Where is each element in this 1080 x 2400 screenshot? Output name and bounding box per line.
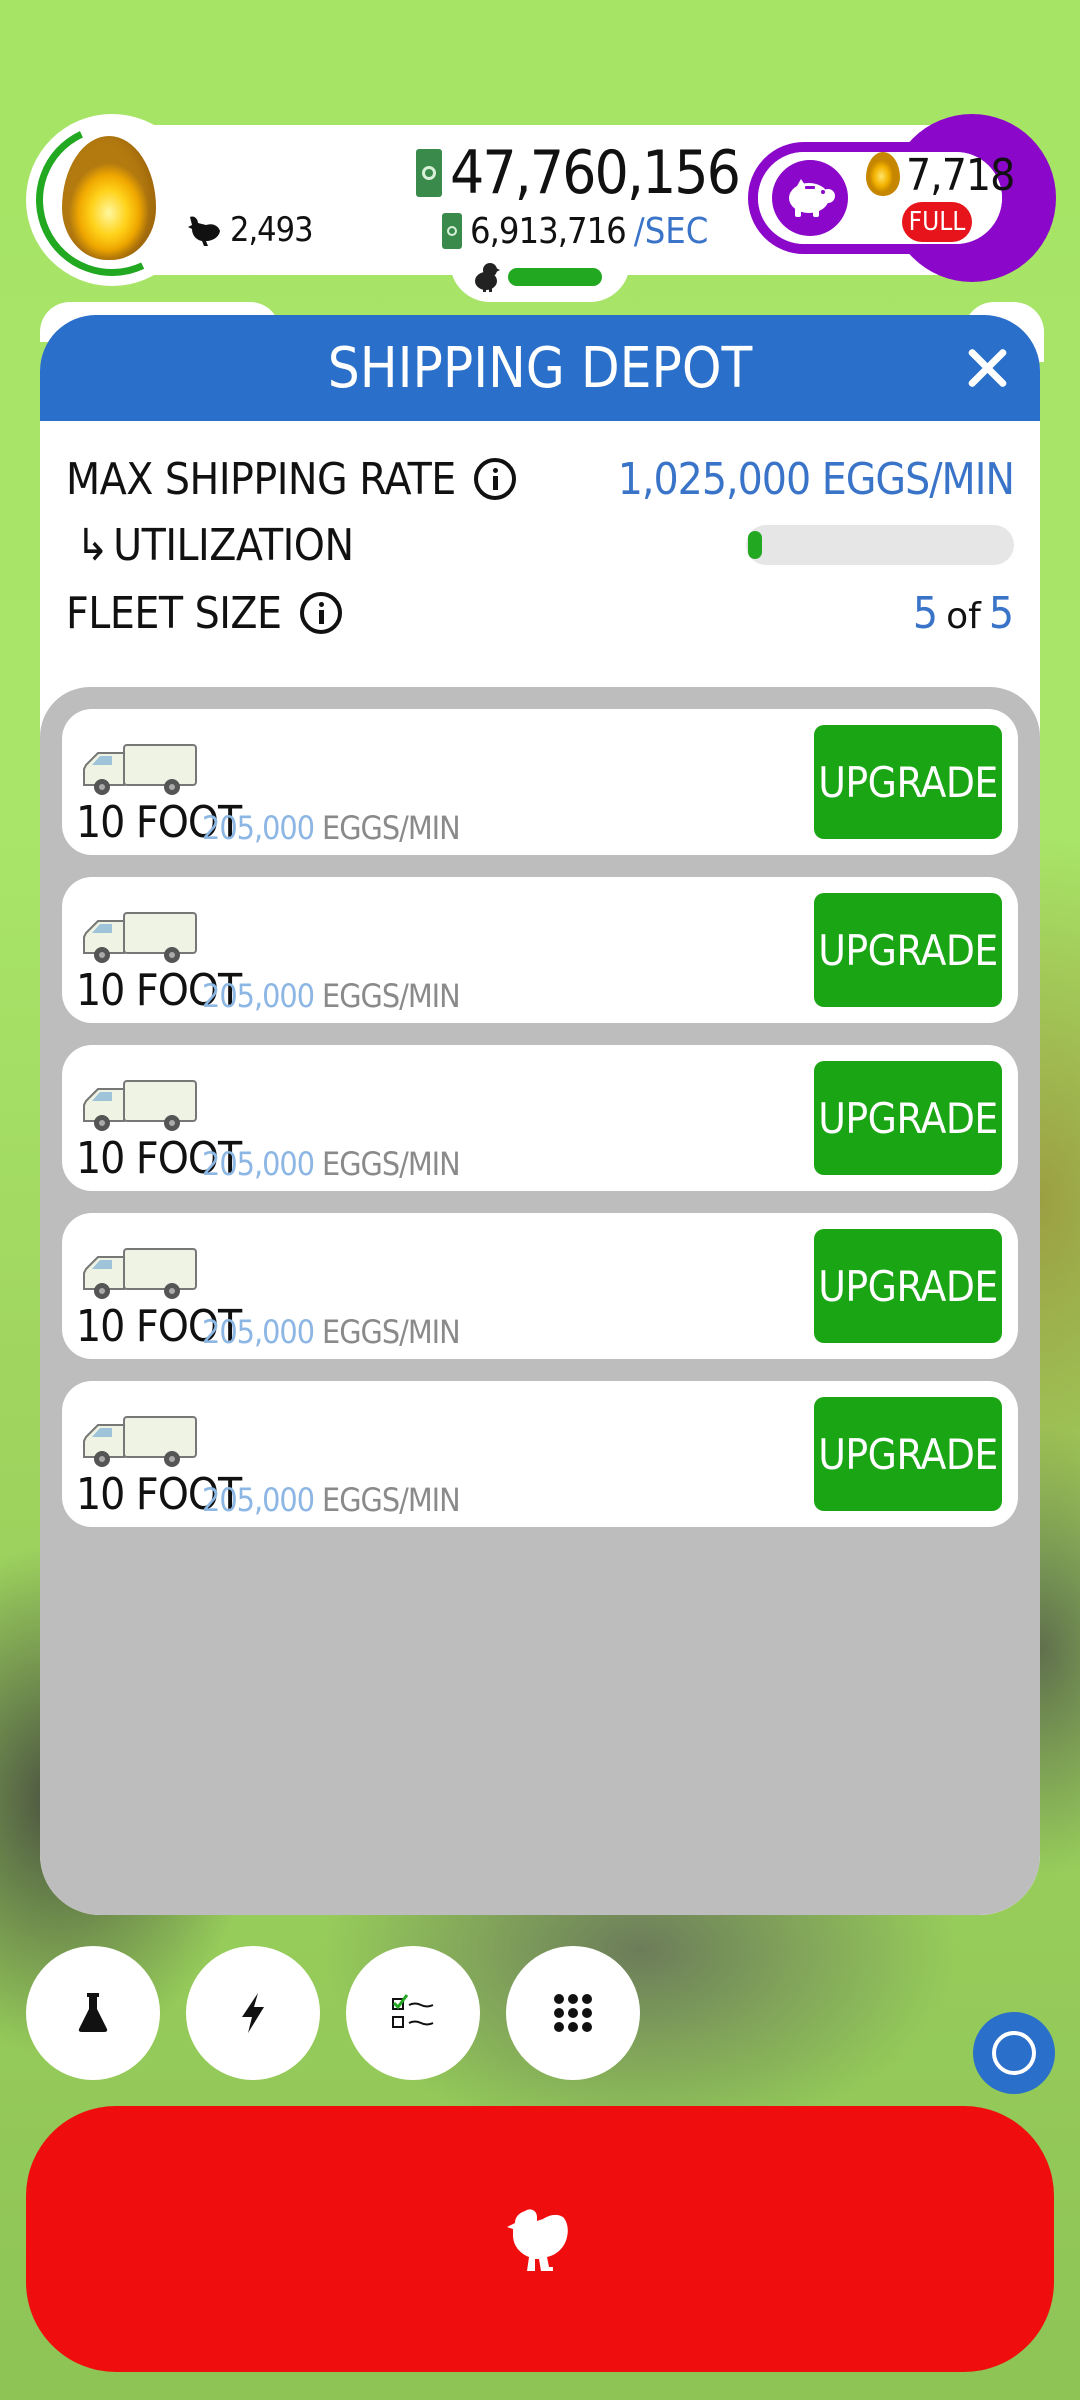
golden-egg-badge[interactable] bbox=[14, 102, 210, 298]
truck-icon bbox=[83, 912, 197, 963]
boost-lightning-icon bbox=[242, 1993, 264, 2033]
truck-rate: 205,000 EGGS/MIN bbox=[202, 809, 461, 847]
research-button[interactable] bbox=[26, 1946, 160, 2080]
chicken-icon bbox=[507, 2209, 568, 2271]
fleet-size-label: FLEET SIZE bbox=[66, 587, 282, 639]
camera-toggle-button[interactable] bbox=[973, 2012, 1055, 2094]
truck-list: 10 FOOT 205,000 EGGS/MIN UPGRADE 10 FOOT … bbox=[40, 687, 1040, 1915]
upgrade-button[interactable]: UPGRADE bbox=[814, 1229, 1002, 1343]
boost-button[interactable] bbox=[186, 1946, 320, 2080]
fleet-max: 5 bbox=[988, 587, 1014, 639]
fleet-size-value: 5 of 5 bbox=[913, 588, 1014, 639]
truck-rate-value: 205,000 bbox=[202, 809, 315, 847]
info-icon[interactable] bbox=[299, 592, 342, 634]
truck-rate: 205,000 EGGS/MIN bbox=[202, 1481, 461, 1519]
upgrade-button[interactable]: UPGRADE bbox=[814, 725, 1002, 839]
truck-card: 10 FOOT 205,000 EGGS/MIN UPGRADE bbox=[62, 1045, 1018, 1191]
missions-checklist-icon bbox=[392, 1994, 434, 2028]
truck-rate-value: 205,000 bbox=[202, 1481, 315, 1519]
hatchery-capacity-bar bbox=[508, 268, 602, 286]
utilization-bar bbox=[746, 525, 1014, 565]
golden-egg-count: 7,718 bbox=[906, 150, 1015, 201]
fleet-of: of bbox=[946, 595, 981, 637]
truck-rate-unit: EGGS/MIN bbox=[322, 809, 461, 847]
panel-header: SHIPPING DEPOT bbox=[40, 315, 1040, 421]
truck-icon bbox=[83, 1248, 197, 1299]
menu-button[interactable] bbox=[506, 1946, 640, 2080]
truck-rate-unit: EGGS/MIN bbox=[322, 1481, 461, 1519]
truck-rate: 205,000 EGGS/MIN bbox=[202, 977, 461, 1015]
chicken-icon bbox=[188, 216, 220, 246]
circle-icon bbox=[992, 2031, 1036, 2075]
max-shipping-rate-value: 1,025,000 EGGS/MIN bbox=[617, 453, 1015, 505]
truck-card: 10 FOOT 205,000 EGGS/MIN UPGRADE bbox=[62, 1381, 1018, 1527]
upgrade-button[interactable]: UPGRADE bbox=[814, 1061, 1002, 1175]
utilization-bar-fill bbox=[748, 531, 762, 559]
truck-rate-unit: EGGS/MIN bbox=[322, 1313, 461, 1351]
upgrade-button[interactable]: UPGRADE bbox=[814, 893, 1002, 1007]
truck-rate-value: 205,000 bbox=[202, 1313, 315, 1351]
truck-icon bbox=[83, 1416, 197, 1467]
truck-icon bbox=[83, 1080, 197, 1131]
truck-rate: 205,000 EGGS/MIN bbox=[202, 1313, 461, 1351]
piggy-full-badge: FULL bbox=[902, 202, 972, 242]
piggy-bank-button[interactable] bbox=[772, 160, 848, 236]
panel-title: SHIPPING DEPOT bbox=[327, 335, 753, 401]
truck-rate-unit: EGGS/MIN bbox=[322, 977, 461, 1015]
max-shipping-rate-label: MAX SHIPPING RATE bbox=[66, 453, 456, 505]
truck-icon bbox=[83, 744, 197, 795]
chick-icon bbox=[475, 263, 500, 292]
money-total: 47,760,156 bbox=[416, 138, 741, 208]
truck-card: 10 FOOT 205,000 EGGS/MIN UPGRADE bbox=[62, 709, 1018, 855]
utilization-row: ↳ UTILIZATION bbox=[66, 517, 1014, 573]
golden-egg-currency-icon bbox=[866, 152, 900, 196]
money-rate-value: 6,913,716 bbox=[470, 210, 627, 252]
info-icon[interactable] bbox=[473, 458, 516, 500]
shipping-depot-panel: SHIPPING DEPOT MAX SHIPPING RATE 1,025,0… bbox=[40, 315, 1040, 1915]
hatch-chicken-button[interactable] bbox=[26, 2106, 1054, 2372]
max-shipping-rate-row: MAX SHIPPING RATE 1,025,000 EGGS/MIN bbox=[66, 451, 1015, 507]
utilization-label: UTILIZATION bbox=[113, 519, 354, 571]
truck-rate-unit: EGGS/MIN bbox=[322, 1145, 461, 1183]
truck-rate: 205,000 EGGS/MIN bbox=[202, 1145, 461, 1183]
missions-button[interactable] bbox=[346, 1946, 480, 2080]
truck-card: 10 FOOT 205,000 EGGS/MIN UPGRADE bbox=[62, 877, 1018, 1023]
chicken-count: 2,493 bbox=[186, 208, 314, 252]
cash-icon bbox=[442, 213, 462, 249]
cash-icon bbox=[416, 149, 442, 197]
upgrade-button[interactable]: UPGRADE bbox=[814, 1397, 1002, 1511]
truck-card: 10 FOOT 205,000 EGGS/MIN UPGRADE bbox=[62, 1213, 1018, 1359]
money-rate: 6,913,716/SEC bbox=[442, 208, 708, 254]
sub-item-arrow: ↳ bbox=[76, 519, 110, 571]
research-flask-icon bbox=[78, 1993, 108, 2032]
money-total-value: 47,760,156 bbox=[450, 138, 741, 208]
truck-rate-value: 205,000 bbox=[202, 977, 315, 1015]
piggy-bank-icon bbox=[789, 179, 835, 217]
close-button[interactable] bbox=[964, 345, 1010, 391]
fleet-size-row: FLEET SIZE 5 of 5 bbox=[66, 585, 1014, 641]
money-rate-unit: /SEC bbox=[633, 210, 709, 252]
chicken-count-value: 2,493 bbox=[230, 210, 314, 250]
truck-rate-value: 205,000 bbox=[202, 1145, 315, 1183]
menu-grid-icon bbox=[554, 1994, 592, 2032]
fleet-current: 5 bbox=[912, 587, 939, 639]
